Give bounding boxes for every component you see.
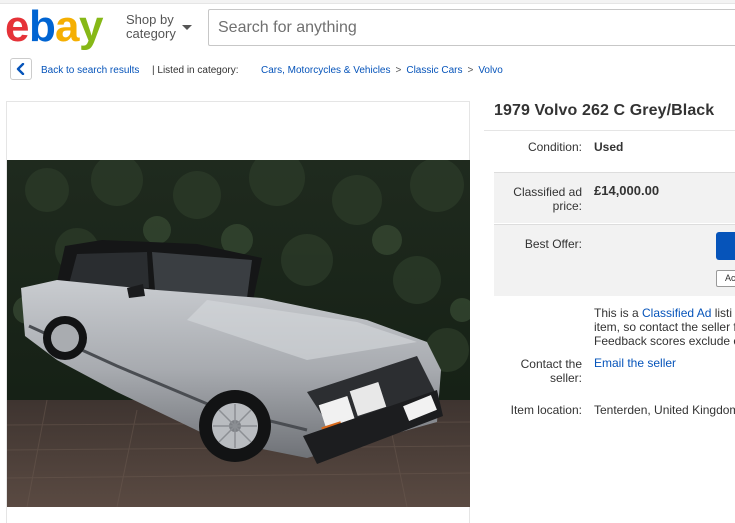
add-to-watchlist-button[interactable]: Ac	[716, 270, 735, 287]
svg-text:y: y	[79, 3, 104, 51]
note-line-2: item, so contact the seller f	[594, 320, 735, 334]
best-offer-section	[494, 224, 735, 296]
main-item-photo[interactable]	[7, 160, 470, 507]
back-to-results-link[interactable]: Back to search results	[41, 65, 139, 76]
crumb-volvo[interactable]: Volvo	[478, 65, 502, 76]
item-title: 1979 Volvo 262 C Grey/Black	[494, 102, 715, 119]
back-button[interactable]	[10, 58, 32, 80]
classified-ad-note: This is a Classified Ad listi item, so c…	[594, 306, 735, 348]
shop-by-category-button[interactable]: Shop by category	[126, 13, 192, 41]
shop-by-label: Shop by	[126, 12, 174, 27]
category-label: category	[126, 26, 176, 41]
chevron-down-icon	[181, 24, 192, 30]
chevron-left-icon	[16, 63, 25, 75]
image-panel	[6, 101, 470, 523]
ebay-logo[interactable]: e b a y	[5, 3, 117, 51]
category-crumbs: Cars, Motorcycles & Vehicles > Classic C…	[261, 65, 503, 76]
crumb-classic-cars[interactable]: Classic Cars	[406, 65, 462, 76]
crumb-cars-motorcycles-vehicles[interactable]: Cars, Motorcycles & Vehicles	[261, 65, 391, 76]
make-offer-button[interactable]	[716, 232, 735, 260]
price-label: Classified ad price:	[513, 185, 582, 213]
condition-value: Used	[594, 140, 624, 154]
price-value: £14,000.00	[594, 183, 660, 198]
condition-label: Condition:	[527, 140, 582, 154]
divider	[484, 130, 735, 131]
crumb-separator: >	[395, 65, 402, 76]
email-seller-link[interactable]: Email the seller	[594, 356, 676, 370]
location-label: Item location:	[510, 403, 582, 417]
note-suffix: listi	[711, 306, 733, 320]
note-prefix: This is a	[594, 306, 643, 320]
note-line-3: Feedback scores exclude c	[594, 334, 735, 348]
location-value: Tenterden, United Kingdom	[594, 403, 735, 417]
best-offer-label: Best Offer:	[524, 237, 582, 251]
site-header: e b a y Shop by category	[0, 0, 735, 56]
svg-text:b: b	[29, 3, 55, 51]
listed-in-label: | Listed in category:	[152, 65, 239, 76]
contact-label: Contact the seller:	[520, 357, 582, 385]
car-photo-image	[7, 160, 470, 507]
svg-text:a: a	[55, 3, 80, 51]
ebay-logo-icon: e b a y	[5, 3, 107, 51]
classified-ad-link[interactable]: Classified Ad	[642, 306, 711, 320]
crumb-separator: >	[467, 65, 474, 76]
svg-text:e: e	[5, 3, 28, 51]
breadcrumb: Back to search results | Listed in categ…	[0, 58, 735, 84]
search-input[interactable]	[208, 9, 735, 46]
